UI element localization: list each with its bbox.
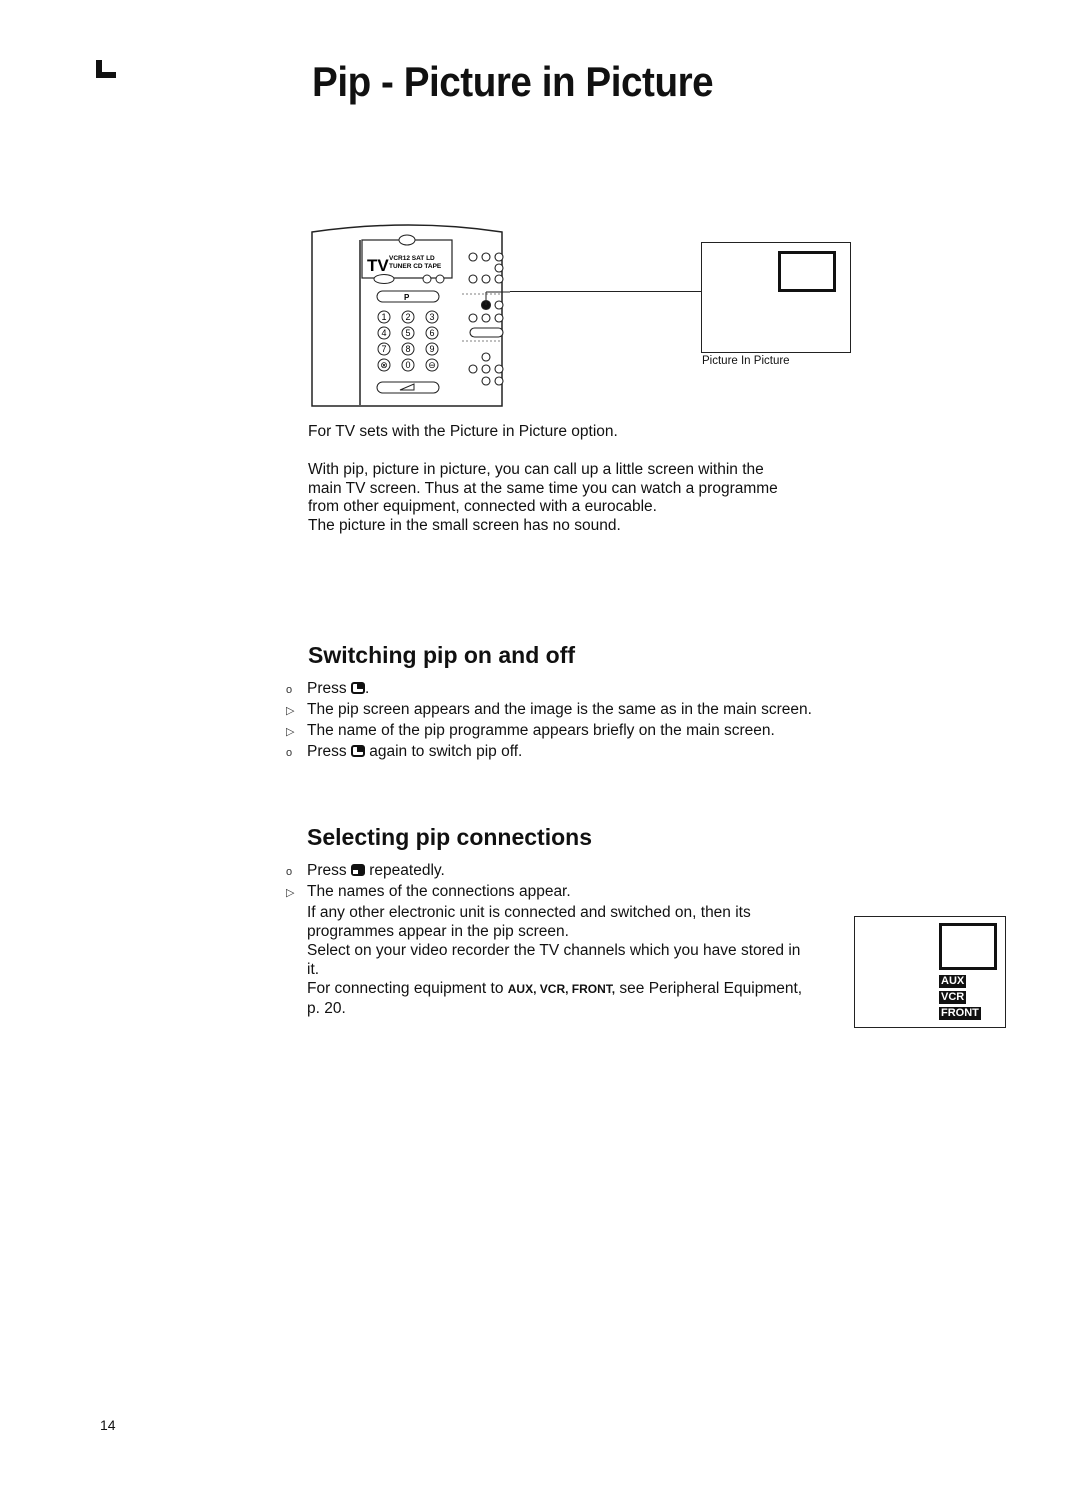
remote-number-key-label: 6 [429,328,434,338]
selecting-instructions: o Press repeatedly. ▷ The names of the c… [286,861,806,1018]
result-marker-triangle: ▷ [286,705,295,717]
intro-line: For TV sets with the Picture in Picture … [308,423,618,440]
label-front: FRONT [939,1007,981,1020]
pip-caption: Picture In Picture [702,355,790,367]
remote-number-key-label: 0 [405,360,410,370]
remote-control-illustration: TV VCR12 SAT LD TUNER CD TAPE P 1 2 3 4 5 6 7 8… [311,224,510,407]
remote-number-key-label: 4 [381,328,386,338]
section-heading-selecting: Selecting pip connections [307,824,592,850]
connector-line [510,291,702,292]
section-heading-switching: Switching pip on and off [308,642,576,668]
remote-number-key-label: ⊖ [428,360,436,370]
remote-tv-label: TV [367,256,389,275]
intro-paragraph-line: from other equipment, connected with a e… [308,498,657,515]
pip-button-icon [350,745,365,757]
step-marker-circle: o [286,747,293,759]
intro-paragraph-line: main TV screen. Thus at the same time yo… [308,479,778,497]
remote-number-key-label: ⊗ [380,360,388,370]
remote-number-key-label: 8 [405,344,410,354]
switching-instructions: o Press . ▷ The pip screen appears and t… [286,679,846,763]
instruction-result: ▷ The names of the connections appear. [286,882,806,903]
instruction-result: ▷ The pip screen appears and the image i… [286,700,846,721]
remote-number-key-label: 9 [429,344,434,354]
intro-paragraph-line: With pip, picture in picture, you can ca… [308,461,764,478]
page-title: Pip - Picture in Picture [312,58,714,105]
instruction-result: ▷ The name of the pip programme appears … [286,721,846,742]
label-vcr: VCR [939,991,967,1004]
note-text: If any other electronic unit is connecte… [307,904,751,940]
step-marker-circle: o [286,684,293,696]
tv-screen-illustration [701,242,851,353]
remote-number-key-label: 2 [405,312,410,322]
remote-number-key-label: 7 [381,344,386,354]
pip-select-button-icon [350,864,365,876]
note-text: Select on your video recorder the TV cha… [307,942,801,978]
remote-number-key-label: 5 [405,328,410,338]
remote-p-label: P [404,293,410,302]
corner-registration-mark [96,60,116,78]
remote-source-top: VCR12 SAT LD [389,255,435,262]
connection-labels: AUX VCR FRONT [939,972,981,1020]
note-text-connections: For connecting equipment to AUX, VCR, FR… [307,980,803,1017]
instruction-step: o Press again to switch pip off. [286,742,846,763]
instruction-note: If any other electronic unit is connecte… [286,903,806,1018]
pip-window [778,251,836,292]
remote-number-key-label: 1 [381,312,386,322]
result-marker-triangle: ▷ [286,726,295,738]
intro-paragraph-line: The picture in the small screen has no s… [308,516,621,534]
connections-screen-illustration: AUX VCR FRONT [854,916,1006,1028]
remote-source-bottom: TUNER CD TAPE [389,263,442,270]
intro-paragraph: With pip, picture in picture, you can ca… [308,461,868,535]
result-marker-triangle: ▷ [286,887,295,899]
step-marker-circle: o [286,866,293,878]
page-number: 14 [100,1417,116,1433]
instruction-step: o Press . [286,679,846,700]
pip-window [939,923,997,970]
label-aux: AUX [939,975,967,988]
pip-button-icon [350,682,365,694]
remote-number-key-label: 3 [429,312,434,322]
instruction-step: o Press repeatedly. [286,861,806,882]
